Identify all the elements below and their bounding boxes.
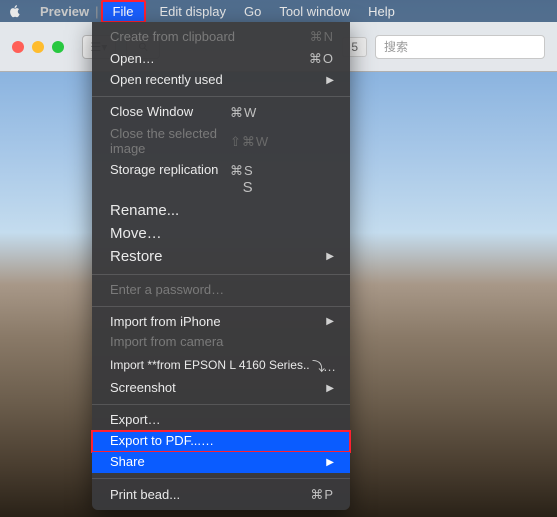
menu-item-export[interactable]: Export… [92, 410, 350, 431]
app-name: Preview [40, 4, 89, 19]
separator: | [95, 4, 98, 19]
submenu-arrow-icon: ▶ [326, 251, 334, 262]
submenu-arrow-icon: ▶ [326, 457, 334, 468]
menu-item-print[interactable]: Print bead... ⌘P [92, 484, 350, 506]
menu-item-open-recent[interactable]: Open recently used ▶ [92, 70, 350, 91]
menu-tool-window[interactable]: Tool window [279, 4, 350, 19]
menu-item-close-selected-image: Close the selected image ⇧⌘W [92, 124, 350, 160]
menu-item-move[interactable]: Move… [92, 222, 350, 245]
menu-item-restore[interactable]: Restore ▶ [92, 245, 350, 268]
menu-item-import-epson[interactable]: Import **from EPSON L 4160 Series.. ⤵… [92, 353, 350, 378]
menubar: Preview | File Edit display Go Tool wind… [0, 0, 557, 22]
menu-item-import-iphone[interactable]: Import from iPhone ▶ [92, 312, 350, 333]
menu-item-share[interactable]: Share ▶ [92, 452, 350, 473]
close-window-button[interactable] [12, 41, 24, 53]
menu-item-open[interactable]: Open… ⌘O [92, 48, 350, 70]
traffic-lights [0, 41, 76, 53]
menu-help[interactable]: Help [368, 4, 395, 19]
apple-menu-icon[interactable] [8, 4, 22, 18]
menu-separator [92, 306, 350, 307]
import-device-icon: ⤵… [312, 356, 334, 375]
submenu-arrow-icon: ▶ [326, 383, 334, 394]
submenu-arrow-icon: ▶ [326, 316, 334, 327]
file-menu-dropdown: Create from clipboard ⌘N Open… ⌘O Open r… [92, 22, 350, 510]
submenu-arrow-icon: ▶ [326, 75, 334, 86]
menu-edit-display[interactable]: Edit display [160, 4, 226, 19]
menu-item-create-from-clipboard: Create from clipboard ⌘N [92, 26, 350, 48]
menu-separator [92, 274, 350, 275]
menu-go[interactable]: Go [244, 4, 261, 19]
menu-separator [92, 96, 350, 97]
menu-item-import-camera: Import from camera [92, 332, 350, 353]
search-input[interactable]: 搜索 [375, 35, 545, 59]
menu-item-close-window[interactable]: Close Win­dow ⌘W [92, 102, 350, 124]
menu-file[interactable]: File [101, 0, 146, 23]
minimize-window-button[interactable] [32, 41, 44, 53]
menu-separator [92, 478, 350, 479]
menu-separator [92, 404, 350, 405]
menu-item-rename[interactable]: Rename... [92, 199, 350, 222]
desktop: Preview | File Edit display Go Tool wind… [0, 0, 557, 517]
menu-item-storage-replication[interactable]: Storage replica­tion ⌘S S [92, 160, 350, 199]
zoom-window-button[interactable] [52, 41, 64, 53]
menu-item-screenshot[interactable]: Screenshot ▶ [92, 378, 350, 399]
menu-item-export-to-pdf[interactable]: Export to PDF...… [92, 431, 350, 452]
menu-item-enter-password: Enter a password… [92, 280, 350, 301]
search-placeholder: 搜索 [384, 38, 408, 55]
